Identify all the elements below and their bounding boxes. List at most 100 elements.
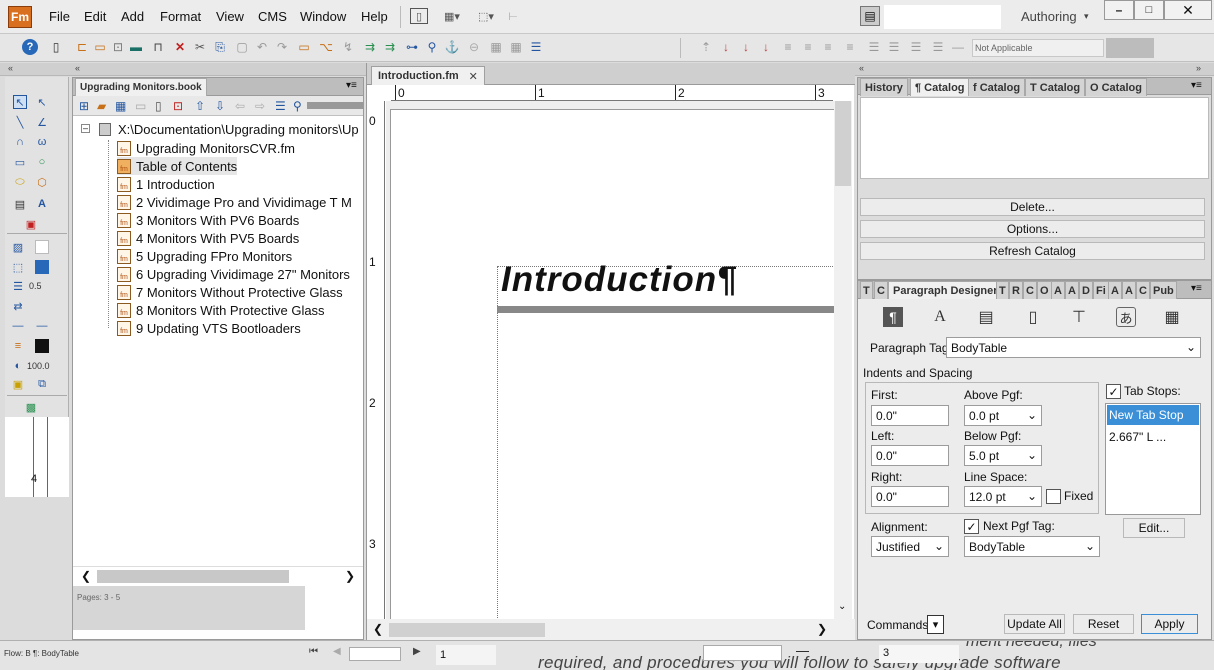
zoom-field[interactable] <box>703 645 782 661</box>
spacing2-icon[interactable]: ☰ <box>886 39 902 55</box>
book-hscroll[interactable]: ❮ ❯ <box>73 566 363 584</box>
book-down-icon[interactable]: ⇩ <box>215 99 225 113</box>
grid-icon[interactable]: ▦ <box>508 39 524 55</box>
tab-paragraph-designer[interactable]: Paragraph Designer <box>888 281 1003 299</box>
line-ends-icon[interactable]: ⇄ <box>11 299 25 313</box>
book-save-icon[interactable]: ▭ <box>135 99 146 113</box>
paste-icon[interactable]: ▢ <box>234 39 250 55</box>
align-center-icon[interactable]: ≡ <box>800 39 816 55</box>
find-icon[interactable]: ⊶ <box>404 39 420 55</box>
arrow-down3-icon[interactable]: ↓ <box>758 39 774 55</box>
expand-right-icon[interactable]: » <box>1196 63 1201 73</box>
menu-edit[interactable]: Edit <box>84 9 106 24</box>
line-width-value[interactable]: 0.5 <box>29 281 42 291</box>
tab-document[interactable]: Introduction.fm ✕ <box>371 66 485 85</box>
tab-stops-list[interactable]: New Tab Stop 2.667" L ... <box>1105 403 1201 515</box>
spacing3-icon[interactable]: ☰ <box>908 39 924 55</box>
hscroll-left-icon[interactable]: ❮ <box>373 622 383 636</box>
panel-menu-icon[interactable]: ▾≡ <box>346 80 357 91</box>
search-input[interactable] <box>884 5 1001 29</box>
below-pgf-select[interactable]: 5.0 pt ⌄ <box>964 445 1042 466</box>
graphic-frame-tool-icon[interactable]: ▣ <box>24 217 38 231</box>
tab-stop-item[interactable]: 2.667" L ... <box>1107 428 1199 446</box>
collapse-left-icon[interactable]: « <box>8 63 13 73</box>
tab-other[interactable]: R <box>1009 281 1023 299</box>
spell-icon[interactable]: ⇉ <box>362 39 378 55</box>
line-space-select[interactable]: 12.0 pt ⌄ <box>964 486 1042 507</box>
first-page-icon[interactable]: ⏮ <box>309 646 318 657</box>
tint-value[interactable]: 100.0 <box>27 361 50 371</box>
dash-style-icon[interactable]: — <box>35 319 49 333</box>
book-item[interactable]: fm 7 Monitors Without Protective Glass <box>117 283 343 301</box>
maximize-icon[interactable]: □ <box>1134 0 1164 20</box>
tab-pgf-catalog[interactable]: ¶ Catalog <box>910 78 970 96</box>
zoom-out-icon[interactable]: — <box>796 643 809 658</box>
new-doc-icon[interactable]: ▯ <box>48 39 64 55</box>
tab-char-catalog[interactable]: f Catalog <box>968 78 1026 96</box>
page-number[interactable]: 1 <box>436 645 496 665</box>
book-folder-icon[interactable]: ▰ <box>97 99 106 113</box>
book-open-icon[interactable]: ⊡ <box>173 99 183 113</box>
menu-format[interactable]: Format <box>160 9 201 24</box>
next-page-icon[interactable]: ▶ <box>413 646 421 657</box>
table-cell-icon[interactable]: ▦ <box>1162 307 1182 327</box>
font-props-icon[interactable]: A <box>930 307 950 327</box>
hscroll-thumb[interactable] <box>389 623 545 637</box>
open-icon[interactable]: ⊏ <box>74 39 90 55</box>
structure-icon[interactable]: ⊢ <box>505 8 521 24</box>
fill-swatch[interactable] <box>35 240 49 254</box>
freehand-tool-icon[interactable]: ω <box>35 135 49 149</box>
rounded-rect-tool-icon[interactable]: ⬭ <box>13 175 27 189</box>
menu-file[interactable]: File <box>49 9 70 24</box>
runaround-icon[interactable]: ⧉ <box>35 377 49 391</box>
book-item[interactable]: fm 2 Vividimage Pro and Vividimage T M <box>117 193 352 211</box>
options-button[interactable]: Options... <box>860 220 1205 238</box>
numbering-icon[interactable]: ▯ <box>1023 307 1043 327</box>
tab-stop-item-selected[interactable]: New Tab Stop <box>1107 405 1199 425</box>
spacing5-icon[interactable]: — <box>950 39 966 55</box>
book-root-path[interactable]: X:\Documentation\Upgrading monitors\Up <box>118 122 359 137</box>
book-item[interactable]: fm 4 Monitors With PV5 Boards <box>117 229 299 247</box>
book-item[interactable]: fm 3 Monitors With PV6 Boards <box>117 211 299 229</box>
collapse-book-icon[interactable]: « <box>75 63 80 73</box>
tab-other[interactable]: D <box>1079 281 1093 299</box>
help-icon[interactable]: ? <box>22 39 38 55</box>
select-object-tool-icon[interactable]: ↖ <box>35 95 49 109</box>
tab-other[interactable]: C <box>1023 281 1037 299</box>
menu-window[interactable]: Window <box>300 9 346 24</box>
pagination-icon[interactable]: ▤ <box>976 307 996 327</box>
book-item[interactable]: fm Upgrading MonitorsCVR.fm <box>117 139 295 157</box>
delete-icon[interactable]: ✕ <box>172 39 188 55</box>
update-all-button[interactable]: Update All <box>1004 614 1065 634</box>
tab-stops-checkbox[interactable]: ✓ <box>1106 384 1121 399</box>
doc-vscroll[interactable]: ⌄ <box>834 101 852 619</box>
rect-tool-icon[interactable]: ▭ <box>13 155 27 169</box>
align-left-icon[interactable]: ≡ <box>780 39 796 55</box>
alignment-select[interactable]: Justified ⌄ <box>871 536 949 557</box>
snap-icon[interactable]: ▩ <box>24 400 38 414</box>
color-icon[interactable]: ≡ <box>11 339 25 353</box>
edit-tab-button[interactable]: Edit... <box>1123 518 1185 538</box>
book-item[interactable]: fm 5 Upgrading FPro Monitors <box>117 247 292 265</box>
dash-icon[interactable]: — <box>11 319 25 333</box>
prev-page-icon[interactable]: ◀ <box>333 646 341 657</box>
pgf-tag-select[interactable]: BodyTable ⌄ <box>946 337 1201 358</box>
pgf-menu-icon[interactable]: ▾≡ <box>1191 283 1202 294</box>
cut-icon[interactable]: ✂ <box>192 39 208 55</box>
import-icon[interactable]: ▬ <box>128 39 144 55</box>
align-right-icon[interactable]: ≡ <box>820 39 836 55</box>
collapse-right-icon[interactable]: « <box>859 63 864 73</box>
right-indent-input[interactable]: 0.0" <box>871 486 949 507</box>
text-line-tool-icon[interactable]: A <box>35 197 49 211</box>
book-trash-icon[interactable]: ▯ <box>155 99 162 113</box>
tab-other[interactable]: O <box>1037 281 1052 299</box>
workspace-chevron-icon[interactable]: ▾ <box>1084 11 1089 22</box>
menu-view[interactable]: View <box>216 9 244 24</box>
lock-icon[interactable]: ⊓ <box>150 39 166 55</box>
text-frame[interactable] <box>497 266 834 619</box>
book-left-icon[interactable]: ⇦ <box>235 99 245 113</box>
arrow-down-icon[interactable]: ↓ <box>718 39 734 55</box>
select-text-tool-icon[interactable]: ↖ <box>13 95 27 109</box>
table-icon[interactable]: ▦ <box>488 39 504 55</box>
fixed-checkbox[interactable] <box>1046 489 1061 504</box>
